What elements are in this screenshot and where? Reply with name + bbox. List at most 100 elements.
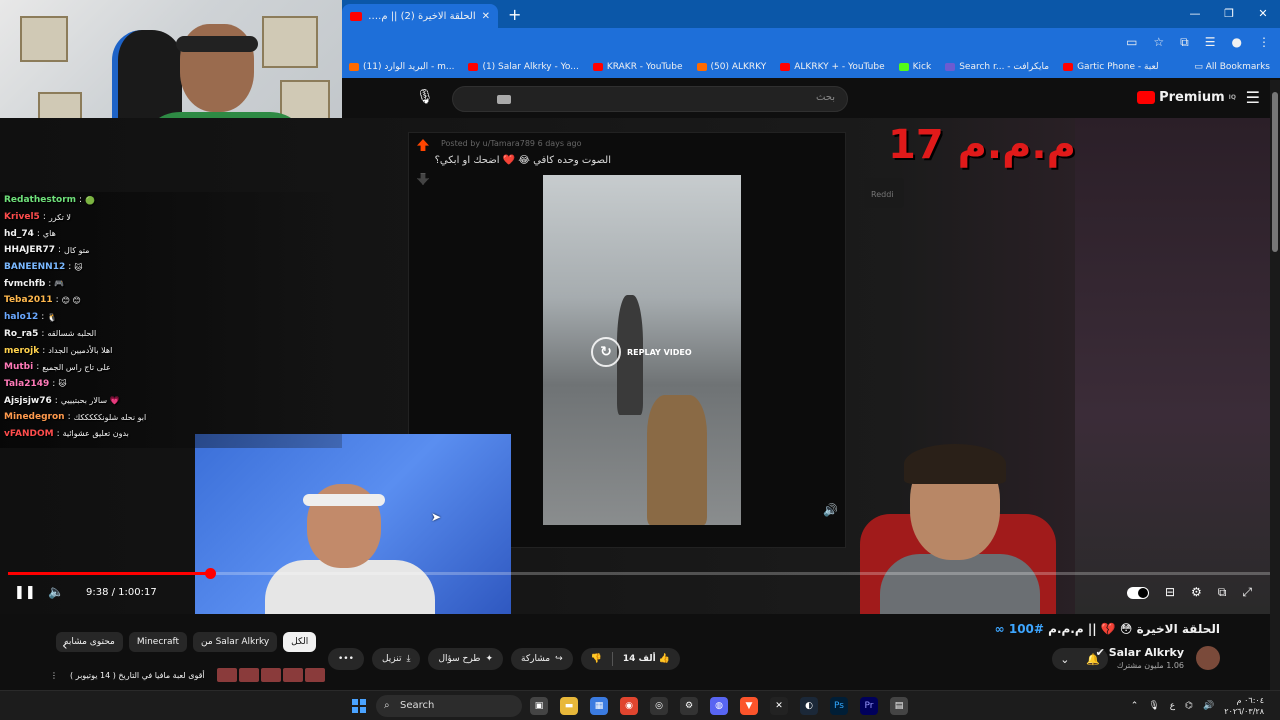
scrollbar-thumb[interactable] [1272,92,1278,252]
chevron-up-icon[interactable]: ⌃ [1131,701,1139,711]
app-icon[interactable]: ▤ [890,697,908,715]
volume-icon[interactable]: 🔈 [48,585,64,600]
youtube-icon [592,63,603,71]
more-button[interactable]: ••• [328,648,364,670]
new-tab-button[interactable]: + [508,5,521,24]
chat-username[interactable]: fvmchfb [4,279,45,289]
channel-info[interactable]: ✔ Salar Alkrky 1.06 مليون مشترك [1096,646,1184,670]
bookmark-item[interactable]: KRAKR - YouTube [586,62,690,72]
youtube-premium-logo[interactable]: Premium IQ [1137,90,1236,105]
maximize-button[interactable]: ❐ [1212,0,1246,28]
extensions-icon[interactable]: ⧉ [1180,35,1189,50]
chat-message: merojk: اهلا بالأدميين الجداد [0,342,195,359]
taskbar-apps: ▣ ▬ ▦ ◉ ◎ ⚙ ◍ ▼ ✕ ◐ Ps Pr ▤ [530,697,908,715]
bookmark-item[interactable]: Search r... - مايكرافت [938,62,1056,72]
settings-gear-icon[interactable]: ⚙ [1191,585,1202,600]
progress-bar[interactable] [8,568,1272,579]
cast-icon[interactable]: ▭ [1126,35,1137,49]
chat-username[interactable]: Teba2011 [4,295,53,305]
recommendation-thumbnails [216,668,325,682]
youtube-icon [468,63,479,71]
bookmark-item[interactable]: ALKRKY + - YouTube [773,62,891,72]
download-button[interactable]: تنزيل ⤓ [371,648,421,670]
chip-all[interactable]: الكل [283,632,317,652]
bookmark-item[interactable]: Gartic Phone - لعبة [1056,62,1166,72]
captions-icon[interactable]: ⊟ [1165,585,1175,600]
chip-minecraft[interactable]: Minecraft [128,632,188,652]
bookmark-item[interactable]: (50) ALKRKY [690,62,774,72]
youtube-favicon-icon [350,11,362,21]
task-view-icon[interactable]: ▣ [530,697,548,715]
file-explorer-icon[interactable]: ▬ [560,697,578,715]
dislike-button[interactable]: 👎 [581,654,612,664]
like-button[interactable]: 14 ألف 👍 [613,654,680,664]
speaker-icon[interactable]: 🔊 [1203,701,1214,711]
brave-icon[interactable]: ▼ [740,697,758,715]
ask-button[interactable]: طرح سؤال ✦ [428,648,504,670]
autoplay-toggle[interactable] [1126,587,1149,599]
bookmark-item[interactable]: (1) Salar Alkrky - Yo... [461,62,585,72]
settings-app-icon[interactable]: ⚙ [680,697,698,715]
minimize-button[interactable]: — [1178,0,1212,28]
all-bookmarks-button[interactable]: ▭ All Bookmarks [1186,56,1270,78]
chat-username[interactable]: HHAJER77 [4,245,55,255]
chevron-left-icon[interactable]: ‹ [62,638,68,654]
embedded-video: ↻ REPLAY VIDEO [543,175,741,525]
chat-text: على تاج راس الجميع [42,362,111,372]
chat-username[interactable]: Redathestorm [4,195,76,205]
miniplayer-icon[interactable]: ⧉ [1218,585,1227,600]
network-icon[interactable]: ⌬ [1185,701,1193,711]
chrome-icon[interactable]: ◉ [620,697,638,715]
steam-icon[interactable]: ◐ [800,697,818,715]
kebab-menu-icon[interactable]: ⋮ [1258,35,1270,49]
hamburger-menu-icon[interactable]: ☰ [1246,88,1260,107]
chat-username[interactable]: Krivel5 [4,212,40,222]
chat-separator: : [36,362,40,373]
clock[interactable]: ٠٦:٠٤ م ٢٠٢٦/٠٣/٢٨ [1224,695,1264,717]
close-window-button[interactable]: ✕ [1246,0,1280,28]
chat-username[interactable]: Ro_ra5 [4,329,38,339]
windows-start-icon[interactable] [352,699,366,713]
search-input[interactable]: بحث [452,86,848,112]
chat-username[interactable]: BANEENN12 [4,262,65,272]
taskbar-search[interactable]: ⌕ Search [376,695,522,717]
language-indicator[interactable]: ع [1170,701,1175,711]
pause-icon[interactable]: ❚❚ [14,585,36,600]
obs-icon[interactable]: ◎ [650,697,668,715]
kebab-icon[interactable]: ⋮ [50,671,58,680]
chat-username[interactable]: hd_74 [4,229,34,239]
chat-username[interactable]: Minedegron [4,412,65,422]
page-scrollbar[interactable] [1270,80,1280,690]
tab-title: الحلقة الاخيرة (2) || م.م... [368,10,476,22]
chip-from-channel[interactable]: من Salar Alkrky [193,632,278,652]
store-icon[interactable]: ▦ [590,697,608,715]
chat-username[interactable]: Mutbi [4,362,33,372]
chat-username[interactable]: halo12 [4,312,38,322]
hashtag-link[interactable]: #100 ∞ [995,622,1044,636]
tab-active[interactable]: ✕ الحلقة الاخيرة (2) || م.م... [342,4,498,28]
chat-username[interactable]: vFANDOM [4,429,54,439]
discord-icon[interactable]: ◍ [710,697,728,715]
share-button[interactable]: مشاركة ↪ [511,648,573,670]
mic-tray-icon[interactable]: 🎙 [1148,701,1159,711]
chat-username[interactable]: Tala2149 [4,379,49,389]
photoshop-icon[interactable]: Ps [830,697,848,715]
profile-icon[interactable]: ● [1232,35,1242,49]
guest-webcam: ➤ [195,434,511,614]
background-panel [1075,118,1280,614]
sparkle-icon: ✦ [485,654,494,664]
reading-list-icon[interactable]: ☰ [1205,35,1216,49]
bookmark-item[interactable]: (11) البريد الوارد - m... [342,62,461,72]
close-icon[interactable]: ✕ [482,11,490,22]
avatar[interactable] [1196,646,1220,670]
chat-text: 🐱 [74,262,83,272]
mic-icon[interactable]: 🎙 [416,89,434,105]
recommendation-item[interactable]: ⋮ أقوى لعبة مافيا في التاريخ ( 14 يوتيوب… [50,668,325,682]
star-icon[interactable]: ☆ [1153,35,1164,49]
bookmark-item[interactable]: Kick [892,62,939,72]
capcut-icon[interactable]: ✕ [770,697,788,715]
fullscreen-icon[interactable]: ⤢ [1242,585,1252,600]
chat-username[interactable]: Ajsjsjw76 [4,396,52,406]
premiere-icon[interactable]: Pr [860,697,878,715]
chat-username[interactable]: merojk [4,346,39,356]
